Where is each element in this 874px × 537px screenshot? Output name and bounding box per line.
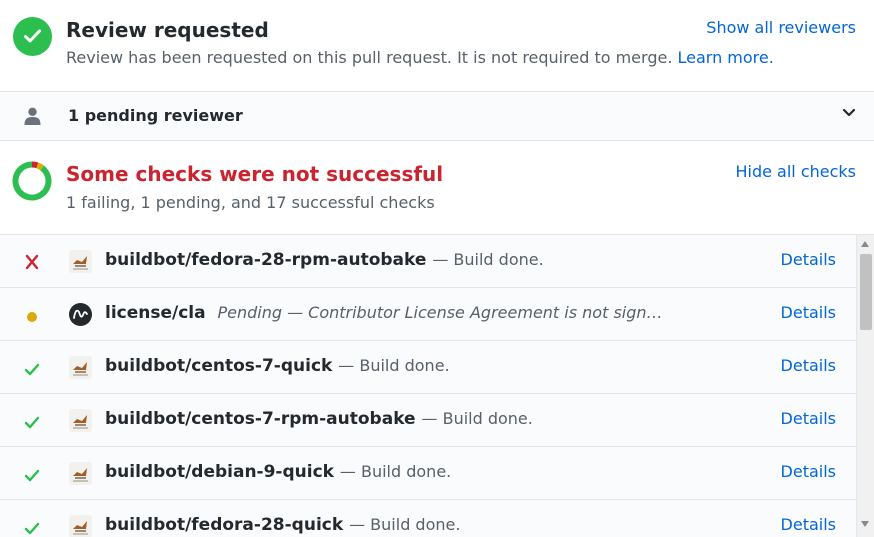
donut-segment: [31, 161, 39, 169]
check-row: license/cla Pending — Contributor Licens…: [0, 288, 856, 341]
check-message: — Build done.: [432, 250, 544, 269]
review-status-badge: [13, 17, 52, 56]
buildbot-logo-icon: [69, 462, 92, 485]
check-row: buildbot/fedora-28-quick — Build done. D…: [0, 500, 856, 537]
buildbot-logo-icon: [69, 515, 92, 537]
check-message: — Build done.: [338, 356, 450, 375]
check-name-text: buildbot/debian-9-quick: [105, 462, 334, 482]
review-description: Review has been requested on this pull r…: [66, 48, 774, 67]
x-icon: [22, 252, 42, 272]
review-requested-section: Review requested Review has been request…: [0, 0, 874, 91]
check-icon: [22, 517, 42, 537]
check-icon: [22, 411, 42, 431]
details-link[interactable]: Details: [781, 409, 836, 428]
details-link[interactable]: Details: [781, 462, 836, 481]
check-row: buildbot/centos-7-quick — Build done. De…: [0, 341, 856, 394]
check-message: Pending — Contributor License Agreement …: [217, 303, 663, 322]
dot-icon: [22, 305, 42, 325]
checks-summary-section: Some checks were not successful 1 failin…: [0, 141, 874, 235]
check-message: — Build done.: [339, 462, 452, 481]
check-icon: [24, 29, 41, 43]
scrollbar-thumb[interactable]: [860, 254, 872, 330]
check-icon: [22, 358, 42, 378]
hide-all-checks-link[interactable]: Hide all checks: [735, 162, 856, 181]
check-name-text: license/cla: [105, 303, 206, 323]
review-title: Review requested: [66, 18, 269, 42]
details-link[interactable]: Details: [781, 515, 836, 534]
show-all-reviewers-link[interactable]: Show all reviewers: [706, 18, 856, 37]
checks-list: buildbot/fedora-28-rpm-autobake — Build …: [0, 235, 856, 537]
check-name: buildbot/debian-9-quick — Build done.: [105, 462, 451, 482]
chevron-down-icon[interactable]: [842, 108, 856, 118]
check-icon: [22, 464, 42, 484]
check-name-text: buildbot/fedora-28-quick: [105, 515, 344, 535]
check-message: — Build done.: [349, 515, 461, 534]
details-link[interactable]: Details: [781, 303, 836, 322]
scroll-down-arrow-icon[interactable]: [861, 521, 869, 527]
check-name: buildbot/centos-7-rpm-autobake — Build d…: [105, 409, 533, 429]
check-row: buildbot/fedora-28-rpm-autobake — Build …: [0, 235, 856, 288]
learn-more-link[interactable]: Learn more.: [678, 48, 774, 67]
buildbot-logo-icon: [69, 250, 92, 273]
check-name-text: buildbot/fedora-28-rpm-autobake: [105, 250, 427, 270]
cla-logo-icon: [69, 303, 92, 326]
person-icon: [24, 107, 41, 125]
buildbot-logo-icon: [69, 409, 92, 432]
checks-summary: 1 failing, 1 pending, and 17 successful …: [66, 193, 435, 212]
checks-scrollbar[interactable]: [856, 235, 874, 537]
check-name-text: buildbot/centos-7-rpm-autobake: [105, 409, 416, 429]
check-row: buildbot/centos-7-rpm-autobake — Build d…: [0, 394, 856, 447]
review-description-text: Review has been requested on this pull r…: [66, 48, 673, 67]
pending-reviewer-label: 1 pending reviewer: [68, 106, 243, 125]
scroll-up-arrow-icon[interactable]: [861, 241, 869, 247]
check-name: buildbot/fedora-28-quick — Build done.: [105, 515, 460, 535]
details-link[interactable]: Details: [781, 356, 836, 375]
check-row: buildbot/debian-9-quick — Build done. De…: [0, 447, 856, 500]
check-name-text: buildbot/centos-7-quick: [105, 356, 333, 376]
check-name: buildbot/centos-7-quick — Build done.: [105, 356, 450, 376]
check-message: — Build done.: [421, 409, 533, 428]
buildbot-logo-icon: [69, 356, 92, 379]
checks-status-donut-icon: [12, 161, 52, 201]
donut-segment: [12, 161, 52, 201]
checks-title: Some checks were not successful: [66, 162, 444, 186]
check-name: license/cla Pending — Contributor Licens…: [105, 303, 663, 323]
check-name: buildbot/fedora-28-rpm-autobake — Build …: [105, 250, 544, 270]
donut-segment: [36, 162, 44, 171]
details-link[interactable]: Details: [781, 250, 836, 269]
pending-reviewer-toggle[interactable]: 1 pending reviewer: [0, 91, 874, 141]
